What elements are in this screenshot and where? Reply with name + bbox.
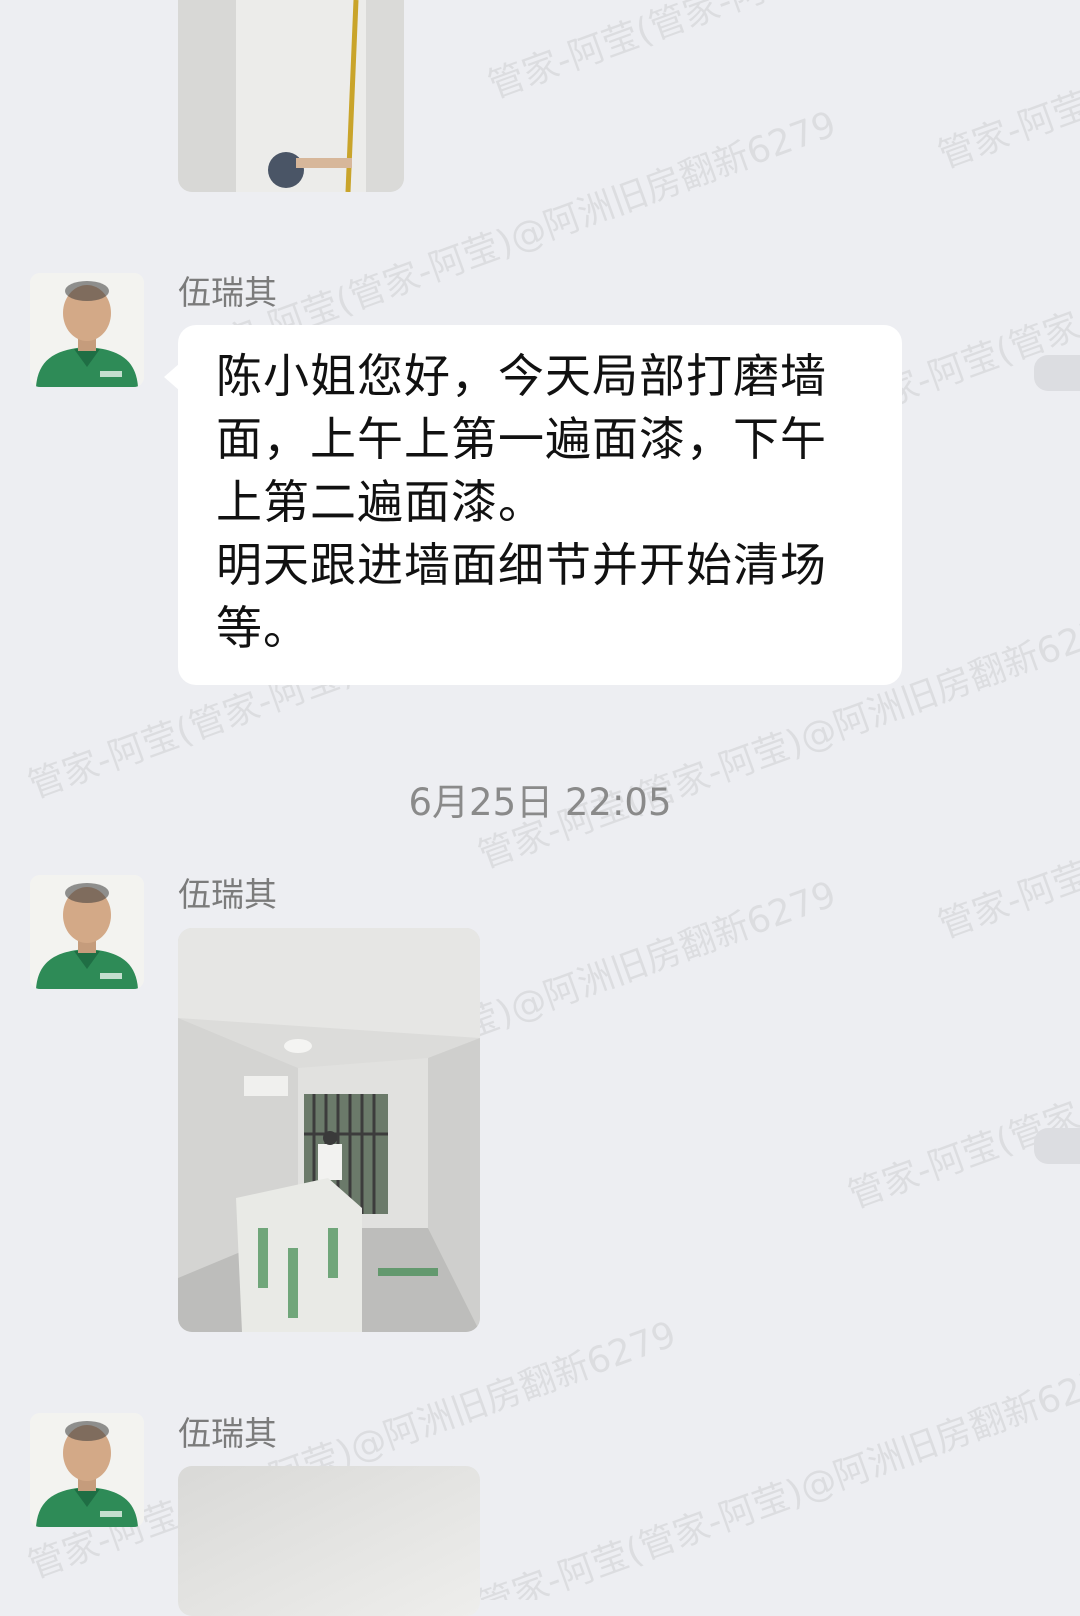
message-text: 陈小姐您好，今天局部打磨墙 面，上午上第一遍面漆，下午 上第二遍面漆。 明天跟进… [216, 349, 827, 655]
chat-list[interactable]: 伍瑞其 陈小姐您好，今天局部打磨墙 面，上午上第一遍面漆，下午 上第二遍面漆。 … [0, 0, 1080, 1616]
avatar-photo [30, 1413, 144, 1527]
bubble-tail [164, 363, 180, 391]
message-image[interactable] [178, 928, 480, 1332]
avatar[interactable] [30, 1413, 144, 1527]
sender-name: 伍瑞其 [178, 875, 277, 914]
photo-room-painting [178, 928, 480, 1332]
message-image[interactable] [178, 1466, 480, 1616]
photo-wall-painting-roller [178, 0, 404, 192]
sender-name: 伍瑞其 [178, 1414, 277, 1453]
avatar[interactable] [30, 875, 144, 989]
sender-name: 伍瑞其 [178, 273, 277, 312]
photo-blank-wall [178, 1466, 480, 1616]
timestamp: 6月25日 22:05 [408, 781, 672, 824]
avatar-photo [30, 273, 144, 387]
avatar[interactable] [30, 273, 144, 387]
message-bubble[interactable]: 陈小姐您好，今天局部打磨墙 面，上午上第一遍面漆，下午 上第二遍面漆。 明天跟进… [164, 325, 902, 685]
message-image[interactable] [178, 0, 404, 192]
avatar-photo [30, 875, 144, 989]
